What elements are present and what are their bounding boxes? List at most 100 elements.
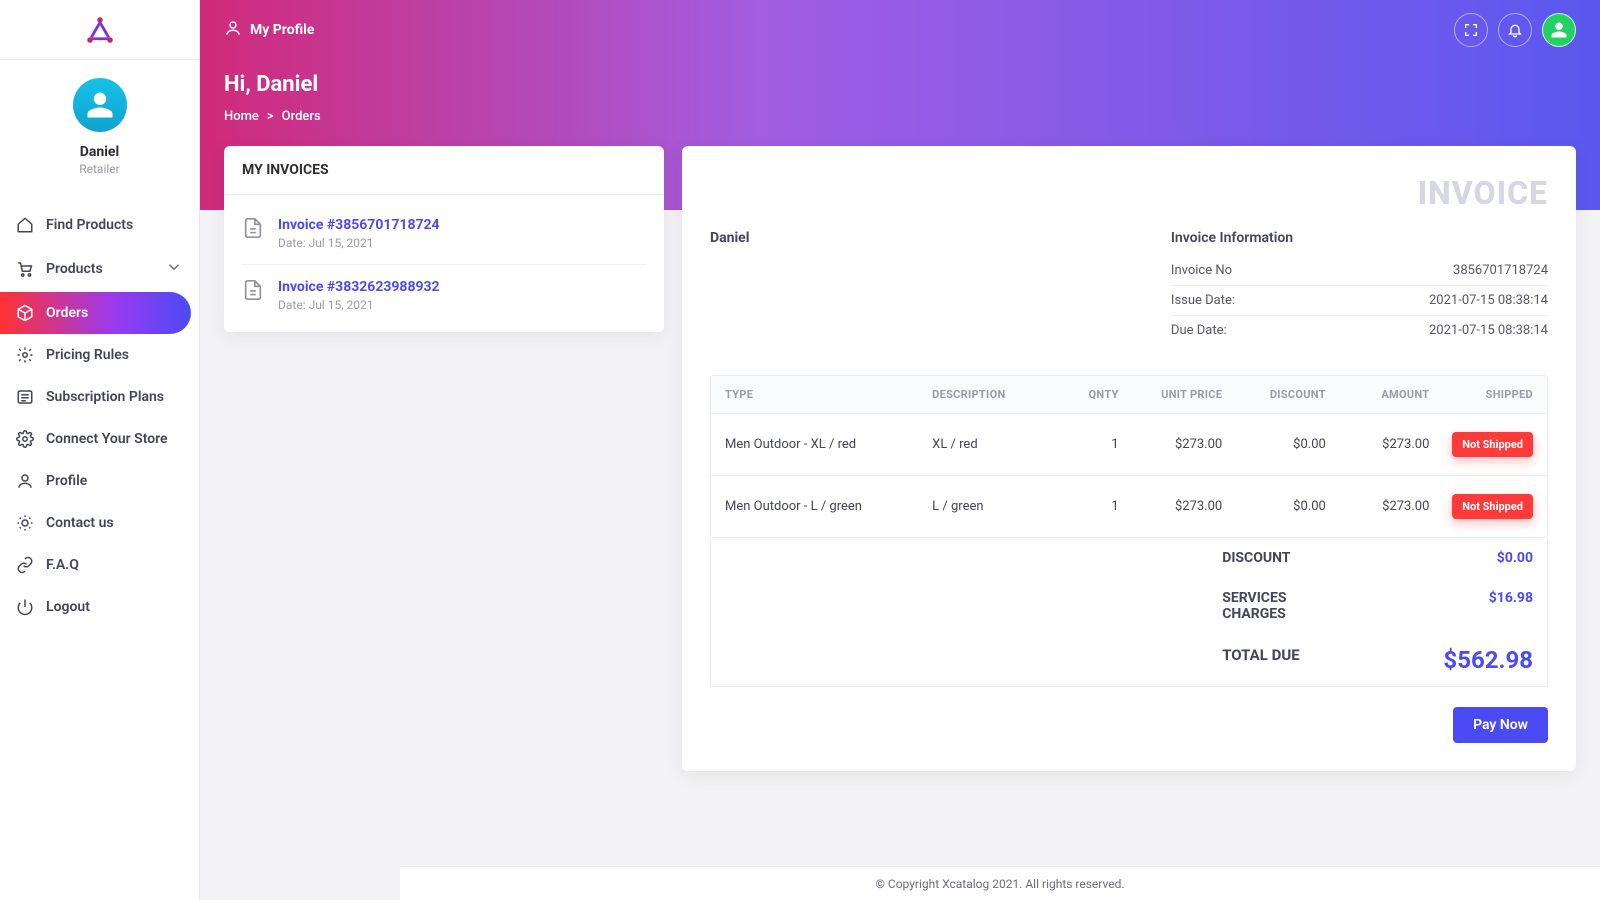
col-amount: AMOUNT bbox=[1326, 388, 1430, 401]
breadcrumb: Home > Orders bbox=[224, 109, 321, 124]
invoice-detail-card: INVOICE Daniel Invoice Information Invoi… bbox=[682, 146, 1576, 771]
logo-icon bbox=[85, 15, 115, 45]
pay-now-button[interactable]: Pay Now bbox=[1453, 707, 1548, 743]
sidebar-item-label: Orders bbox=[46, 305, 88, 321]
cell-disc: $0.00 bbox=[1222, 499, 1326, 514]
sidebar-item-contact-us[interactable]: Contact us bbox=[0, 502, 199, 544]
invoice-list-card: MY INVOICES Invoice #3856701718724 Date:… bbox=[224, 146, 664, 332]
sidebar-user-role: Retailer bbox=[79, 162, 119, 176]
settings-icon bbox=[16, 430, 34, 448]
invoice-item-title: Invoice #3856701718724 bbox=[278, 217, 440, 233]
sidebar-item-subscription-plans[interactable]: Subscription Plans bbox=[0, 376, 199, 418]
col-shipped: SHIPPED bbox=[1429, 388, 1533, 401]
sidebar-item-faq[interactable]: F.A.Q bbox=[0, 544, 199, 586]
logo[interactable] bbox=[0, 0, 199, 60]
invoice-info-value: 3856701718724 bbox=[1453, 263, 1548, 278]
sidebar-item-connect-store[interactable]: Connect Your Store bbox=[0, 418, 199, 460]
user-icon bbox=[1550, 21, 1568, 39]
sidebar-item-logout[interactable]: Logout bbox=[0, 586, 199, 628]
footer: © Copyright Xcatalog 2021. All rights re… bbox=[400, 866, 1600, 900]
total-value: $16.98 bbox=[1429, 590, 1533, 622]
col-unit-price: UNIT PRICE bbox=[1119, 388, 1223, 401]
table-row: Men Outdoor - L / green L / green 1 $273… bbox=[711, 475, 1547, 537]
greeting: Hi, Daniel bbox=[224, 72, 321, 97]
breadcrumb-home[interactable]: Home bbox=[224, 109, 259, 124]
house-icon bbox=[16, 216, 34, 234]
fullscreen-button[interactable] bbox=[1454, 13, 1488, 47]
power-icon bbox=[16, 598, 34, 616]
invoice-info-label: Issue Date: bbox=[1171, 293, 1235, 308]
cell-desc: L / green bbox=[932, 499, 1056, 514]
sidebar-item-label: Find Products bbox=[46, 217, 133, 233]
invoice-info-row: Issue Date: 2021-07-15 08:38:14 bbox=[1171, 286, 1548, 316]
total-label: TOTAL DUE bbox=[1222, 646, 1326, 674]
cell-type: Men Outdoor - L / green bbox=[725, 499, 932, 514]
sidebar-item-profile[interactable]: Profile bbox=[0, 460, 199, 502]
invoice-table-header: TYPE DESCRIPTION QNTY UNIT PRICE DISCOUN… bbox=[711, 376, 1547, 413]
cell-qty: 1 bbox=[1056, 499, 1118, 514]
cell-type: Men Outdoor - XL / red bbox=[725, 437, 932, 452]
fullscreen-icon bbox=[1463, 22, 1479, 38]
sidebar-item-products[interactable]: Products bbox=[0, 246, 199, 292]
user-menu-button[interactable] bbox=[1542, 13, 1576, 47]
invoice-item-title: Invoice #3832623988932 bbox=[278, 279, 440, 295]
file-icon bbox=[242, 217, 264, 239]
sidebar-item-pricing-rules[interactable]: Pricing Rules bbox=[0, 334, 199, 376]
invoice-list-title: MY INVOICES bbox=[224, 146, 664, 195]
total-label: DISCOUNT bbox=[1222, 550, 1326, 566]
bell-icon bbox=[1507, 22, 1523, 38]
invoice-customer: Daniel bbox=[710, 230, 749, 345]
user-outline-icon bbox=[224, 19, 242, 41]
total-row-service: SERVICES CHARGES $16.98 bbox=[711, 578, 1547, 634]
total-value: $0.00 bbox=[1429, 550, 1533, 566]
list-icon bbox=[16, 388, 34, 406]
sidebar-item-label: Pricing Rules bbox=[46, 347, 129, 363]
sidebar-profile: Daniel Retailer bbox=[0, 60, 199, 198]
chevron-down-icon bbox=[165, 258, 183, 280]
cell-disc: $0.00 bbox=[1222, 437, 1326, 452]
total-row-due: TOTAL DUE $562.98 bbox=[711, 634, 1547, 686]
invoice-table: TYPE DESCRIPTION QNTY UNIT PRICE DISCOUN… bbox=[710, 375, 1548, 538]
sidebar-item-orders[interactable]: Orders bbox=[0, 292, 191, 334]
notifications-button[interactable] bbox=[1498, 13, 1532, 47]
cart-icon bbox=[16, 260, 34, 278]
invoice-list-item[interactable]: Invoice #3832623988932 Date: Jul 15, 202… bbox=[242, 265, 646, 326]
cell-unit: $273.00 bbox=[1119, 437, 1223, 452]
cell-unit: $273.00 bbox=[1119, 499, 1223, 514]
sidebar-item-find-products[interactable]: Find Products bbox=[0, 204, 199, 246]
cell-desc: XL / red bbox=[932, 437, 1056, 452]
col-description: DESCRIPTION bbox=[932, 388, 1056, 401]
total-label: SERVICES CHARGES bbox=[1222, 590, 1326, 622]
status-badge: Not Shipped bbox=[1452, 494, 1533, 519]
page-title: My Profile bbox=[250, 22, 314, 38]
topbar: My Profile bbox=[200, 0, 1600, 60]
breadcrumb-current: Orders bbox=[282, 109, 321, 124]
user-icon bbox=[16, 472, 34, 490]
sidebar-item-label: Connect Your Store bbox=[46, 431, 168, 447]
link-icon bbox=[16, 556, 34, 574]
box-icon bbox=[16, 304, 34, 322]
invoice-list-item[interactable]: Invoice #3856701718724 Date: Jul 15, 202… bbox=[242, 203, 646, 265]
avatar[interactable] bbox=[73, 78, 127, 132]
invoice-info-row: Invoice No 3856701718724 bbox=[1171, 256, 1548, 286]
user-icon bbox=[85, 90, 115, 120]
file-icon bbox=[242, 279, 264, 301]
sun-icon bbox=[16, 514, 34, 532]
gears-icon bbox=[16, 346, 34, 364]
main: My Profile bbox=[200, 0, 1600, 900]
col-discount: DISCOUNT bbox=[1222, 388, 1326, 401]
table-row: Men Outdoor - XL / red XL / red 1 $273.0… bbox=[711, 413, 1547, 475]
breadcrumb-separator: > bbox=[267, 109, 274, 124]
cell-amount: $273.00 bbox=[1326, 437, 1430, 452]
cell-amount: $273.00 bbox=[1326, 499, 1430, 514]
sidebar-item-label: F.A.Q bbox=[46, 557, 79, 573]
sidebar-nav: Find Products Products Orders bbox=[0, 198, 199, 634]
invoice-item-date: Date: Jul 15, 2021 bbox=[278, 236, 440, 250]
sidebar-item-label: Profile bbox=[46, 473, 87, 489]
invoice-totals: DISCOUNT $0.00 SERVICES CHARGES $16.98 T… bbox=[710, 538, 1548, 687]
invoice-info-label: Invoice No bbox=[1171, 263, 1232, 278]
sidebar-user-name: Daniel bbox=[80, 144, 119, 160]
sidebar-item-label: Subscription Plans bbox=[46, 389, 164, 405]
col-qty: QNTY bbox=[1056, 388, 1118, 401]
cell-qty: 1 bbox=[1056, 437, 1118, 452]
